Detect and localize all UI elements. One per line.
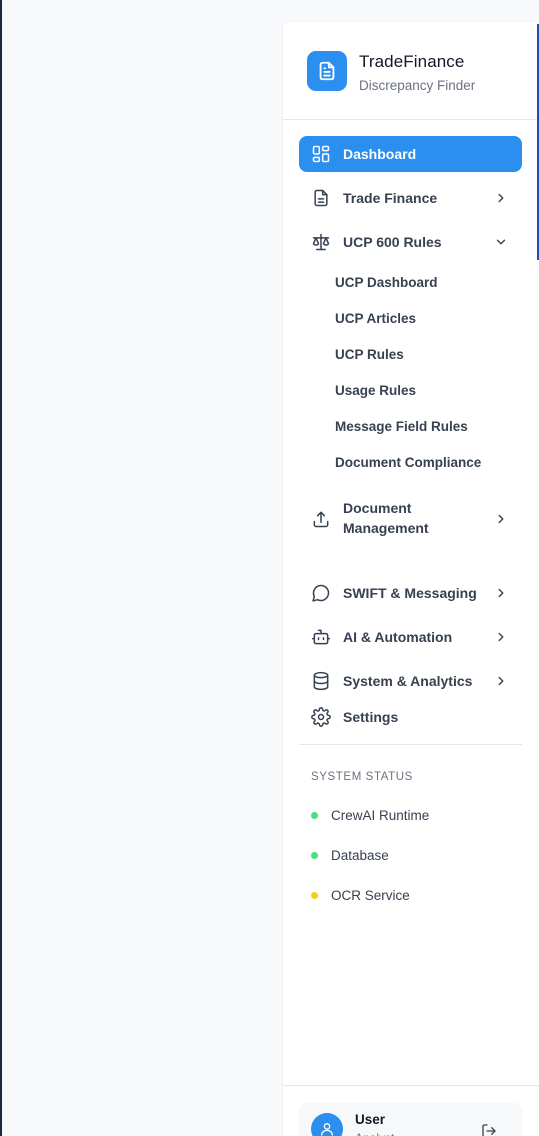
database-icon bbox=[311, 671, 331, 691]
chevron-right-icon bbox=[494, 512, 508, 526]
status-label: OCR Service bbox=[331, 887, 410, 903]
app-title: TradeFinance bbox=[359, 52, 465, 71]
sidebar: TradeFinance Discrepancy Finder Dashboar… bbox=[282, 23, 539, 1136]
nav-item-swift-messaging[interactable]: SWIFT & Messaging bbox=[299, 575, 522, 611]
divider bbox=[299, 744, 522, 745]
sub-item-ucp-rules[interactable]: UCP Rules bbox=[335, 342, 404, 366]
nav-item-system-analytics[interactable]: System & Analytics bbox=[299, 663, 522, 699]
status-dot-icon bbox=[311, 851, 318, 859]
user-icon bbox=[321, 1123, 333, 1136]
nav-item-trade-finance[interactable]: Trade Finance bbox=[299, 180, 522, 216]
user-role: Analyst bbox=[355, 1131, 394, 1136]
logout-icon[interactable] bbox=[481, 1123, 499, 1136]
status-label: CrewAI Runtime bbox=[331, 807, 430, 823]
status-item-database: Database bbox=[311, 845, 389, 865]
user-name: User bbox=[355, 1112, 386, 1127]
window-edge bbox=[0, 0, 2, 1136]
message-circle-icon bbox=[311, 583, 331, 603]
sub-item-ucp-dashboard[interactable]: UCP Dashboard bbox=[335, 270, 438, 294]
nav-label-document-management: Document Management bbox=[343, 498, 429, 538]
app-subtitle: Discrepancy Finder bbox=[359, 78, 476, 93]
status-label: Database bbox=[331, 847, 389, 863]
dashboard-icon bbox=[311, 144, 331, 164]
upload-icon bbox=[311, 509, 331, 529]
nav-label-swift-messaging: SWIFT & Messaging bbox=[343, 585, 477, 601]
nav-item-settings[interactable]: Settings bbox=[299, 699, 522, 735]
nav-label-trade-finance: Trade Finance bbox=[343, 190, 438, 206]
footer-divider bbox=[283, 1085, 539, 1086]
nav-label-settings: Settings bbox=[343, 709, 399, 725]
chevron-right-icon bbox=[494, 586, 508, 600]
scale-icon bbox=[311, 232, 331, 252]
nav-item-dashboard[interactable]: Dashboard bbox=[299, 136, 522, 172]
chevron-right-icon bbox=[494, 630, 508, 644]
document-icon bbox=[307, 51, 347, 91]
nav-item-document-management[interactable]: Document Management bbox=[299, 496, 522, 542]
sub-item-usage-rules[interactable]: Usage Rules bbox=[335, 378, 416, 402]
file-text-icon bbox=[311, 188, 331, 208]
chevron-down-icon bbox=[494, 235, 508, 249]
sub-item-document-compliance[interactable]: Document Compliance bbox=[335, 450, 481, 474]
bot-icon bbox=[311, 627, 331, 647]
system-status-heading: SYSTEM STATUS bbox=[311, 771, 413, 783]
user-card[interactable]: User Analyst bbox=[299, 1103, 522, 1136]
nav-label-ucp-600-rules: UCP 600 Rules bbox=[343, 234, 442, 250]
nav-label-ai-automation: AI & Automation bbox=[343, 629, 453, 645]
nav-label-system-analytics: System & Analytics bbox=[343, 673, 473, 689]
brand-header: TradeFinance Discrepancy Finder bbox=[283, 23, 539, 120]
chevron-right-icon bbox=[494, 191, 508, 205]
sub-item-ucp-articles[interactable]: UCP Articles bbox=[335, 306, 416, 330]
status-item-crewai: CrewAI Runtime bbox=[311, 805, 429, 825]
status-dot-icon bbox=[311, 891, 318, 899]
avatar bbox=[311, 1113, 343, 1136]
status-dot-icon bbox=[311, 811, 318, 819]
nav-label-document-line1: Document bbox=[343, 500, 412, 516]
gear-icon bbox=[311, 707, 331, 727]
nav-label-dashboard: Dashboard bbox=[343, 146, 417, 162]
nav-label-document-line2: Management bbox=[343, 520, 429, 536]
nav-item-ai-automation[interactable]: AI & Automation bbox=[299, 619, 522, 655]
status-item-ocr: OCR Service bbox=[311, 885, 410, 905]
chevron-right-icon bbox=[494, 674, 508, 688]
nav-item-ucp-600-rules[interactable]: UCP 600 Rules bbox=[299, 224, 522, 260]
sub-item-message-field-rules[interactable]: Message Field Rules bbox=[335, 414, 468, 438]
